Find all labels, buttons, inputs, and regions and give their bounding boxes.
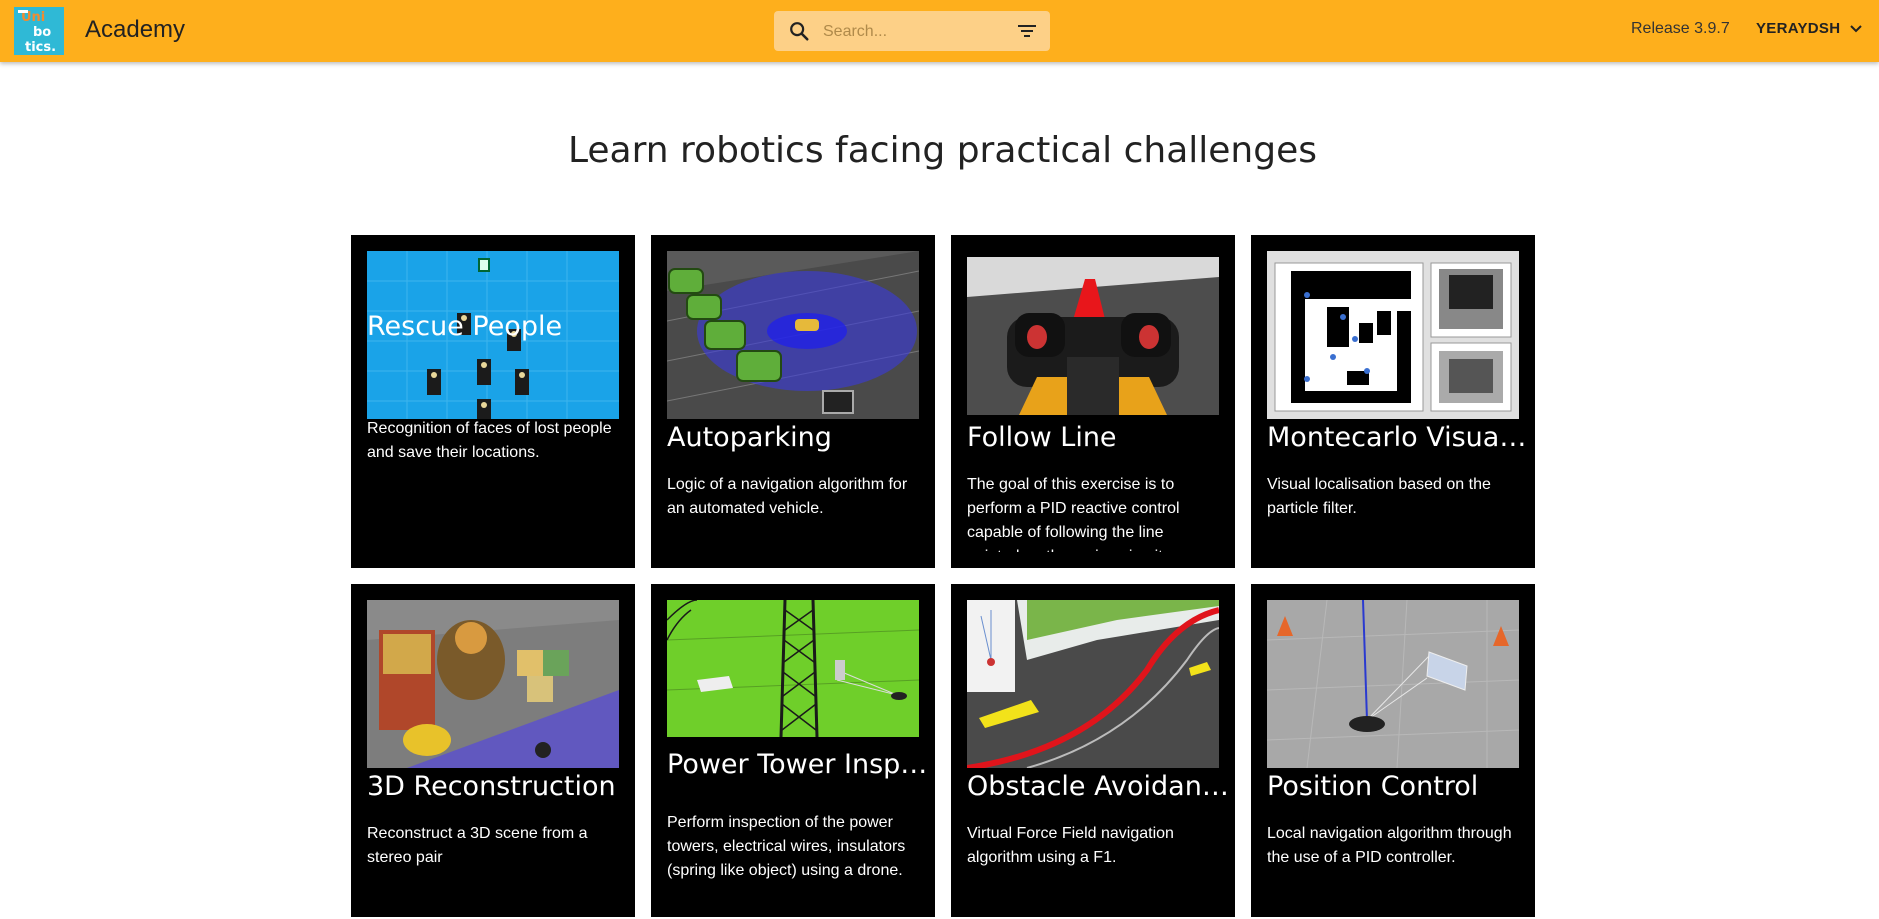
card-description: Local navigation algorithm through the u… [1267, 825, 1512, 866]
app-bar: Uni bo tics. Academy Release 3.9.7 YERAY… [0, 0, 1879, 62]
exercise-card-follow-line[interactable]: Follow Line The goal of this exercise is… [951, 235, 1235, 568]
card-title: Rescue People [367, 311, 563, 342]
exercise-card-3d-reconstruction[interactable]: 3D Reconstruction Reconstruct a 3D scene… [351, 584, 635, 917]
power-tower-thumbnail [667, 600, 919, 737]
exercise-card-power-tower[interactable]: Power Tower Inspection Perform inspectio… [651, 584, 935, 917]
card-description: Perform inspection of the power towers, … [667, 814, 906, 879]
card-description: Reconstruct a 3D scene from a stereo pai… [367, 825, 588, 866]
card-title: Autoparking [667, 422, 832, 453]
card-description: Logic of a navigation algorithm for an a… [667, 476, 908, 517]
exercise-card-montecarlo[interactable]: Montecarlo Visual Loc Visual localisatio… [1251, 235, 1535, 568]
exercise-card-rescue-people[interactable]: Rescue People Recognition of faces of lo… [351, 235, 635, 568]
user-menu[interactable]: YERAYDSH [1756, 20, 1863, 37]
logo-line-3: tics. [25, 40, 57, 55]
search-icon [790, 22, 809, 41]
exercise-card-position-control[interactable]: Position Control Local navigation algori… [1251, 584, 1535, 917]
card-title: Obstacle Avoidance [967, 771, 1229, 802]
3d-reconstruction-thumbnail [367, 600, 619, 768]
chevron-down-icon [1850, 24, 1863, 32]
card-description: The goal of this exercise is to perform … [967, 476, 1180, 552]
position-control-thumbnail [1267, 600, 1519, 768]
card-title: Montecarlo Visual Loc [1267, 422, 1529, 453]
card-title: 3D Reconstruction [367, 771, 616, 802]
unibotics-logo[interactable]: Uni bo tics. [14, 7, 64, 55]
app-title[interactable]: Academy [85, 16, 185, 44]
page-headline: Learn robotics facing practical challeng… [567, 130, 1318, 171]
logo-line-2: bo [33, 25, 52, 40]
montecarlo-thumbnail [1267, 251, 1519, 419]
card-title: Follow Line [967, 422, 1117, 453]
card-description: Recognition of faces of lost people and … [367, 420, 612, 461]
exercise-card-obstacle-avoidance[interactable]: Obstacle Avoidance Virtual Force Field n… [951, 584, 1235, 917]
search-box[interactable] [774, 11, 1050, 51]
card-title: Position Control [1267, 771, 1479, 802]
search-input[interactable] [821, 19, 1005, 45]
username-label: YERAYDSH [1756, 20, 1841, 37]
release-version: Release 3.9.7 [1631, 20, 1730, 37]
autoparking-thumbnail [667, 251, 919, 419]
card-description: Visual localisation based on the particl… [1267, 476, 1491, 517]
exercise-card-autoparking[interactable]: Autoparking Logic of a navigation algori… [651, 235, 935, 568]
follow-line-thumbnail [967, 257, 1219, 415]
obstacle-avoidance-thumbnail [967, 600, 1219, 768]
filter-icon[interactable] [1017, 22, 1037, 40]
card-description: Virtual Force Field navigation algorithm… [967, 825, 1174, 866]
card-title: Power Tower Inspection [667, 749, 929, 780]
